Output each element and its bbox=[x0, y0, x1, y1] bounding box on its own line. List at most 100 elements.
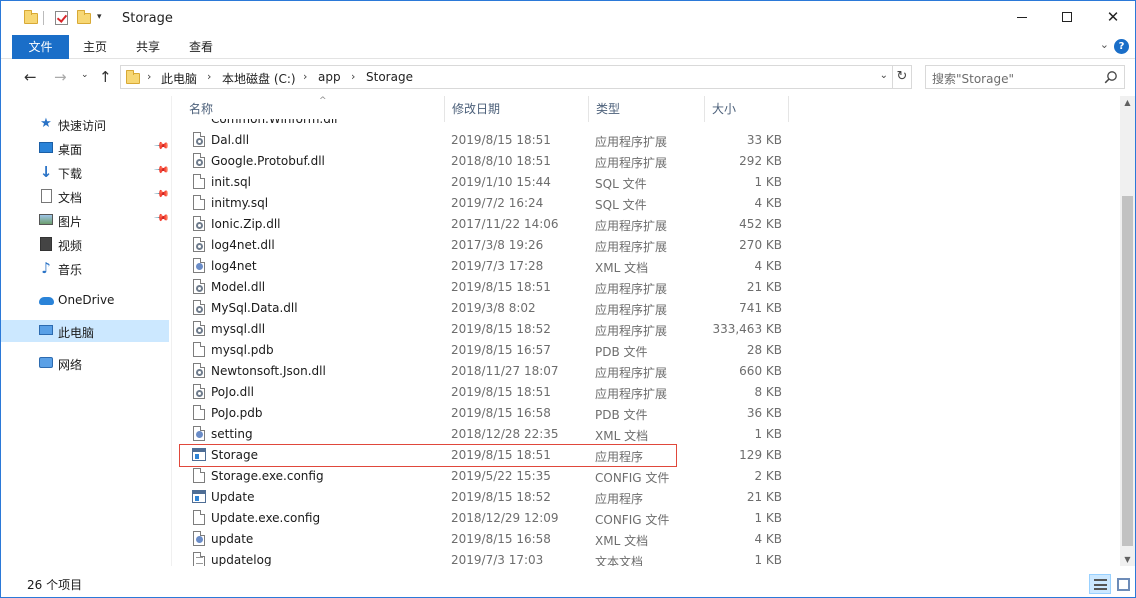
sidebar-item-desktop[interactable]: 桌面 📌 bbox=[1, 137, 170, 159]
breadcrumb-app[interactable]: app bbox=[318, 70, 341, 84]
chevron-right-icon[interactable]: › bbox=[147, 70, 151, 83]
column-header-type[interactable]: 类型 bbox=[589, 96, 705, 122]
file-row[interactable]: PoJo.dll 2019/8/15 18:51 应用程序扩展 8 KB bbox=[180, 382, 782, 403]
file-type: PDB 文件 bbox=[595, 408, 648, 422]
scroll-up-icon[interactable]: ▲ bbox=[1120, 98, 1135, 107]
tab-file[interactable]: 文件 bbox=[12, 35, 69, 59]
file-size: 129 KB bbox=[739, 448, 782, 462]
file-size: 452 KB bbox=[739, 217, 782, 231]
pin-icon[interactable]: 📌 bbox=[153, 162, 170, 179]
column-header-size[interactable]: 大小 bbox=[705, 96, 789, 122]
file-type: 应用程序扩展 bbox=[595, 219, 668, 233]
toolbar-separator bbox=[43, 11, 44, 25]
refresh-button[interactable]: ↻ bbox=[893, 65, 912, 89]
file-row[interactable]: update 2019/8/15 16:58 XML 文档 4 KB bbox=[180, 529, 782, 550]
up-arrow-icon[interactable]: ↑ bbox=[99, 68, 112, 86]
breadcrumb-this-pc[interactable]: 此电脑 bbox=[161, 70, 197, 87]
file-size: 2 KB bbox=[754, 469, 782, 483]
maximize-button[interactable] bbox=[1044, 1, 1090, 33]
customize-toolbar-chevron-icon[interactable]: ▾ bbox=[97, 12, 102, 22]
file-date: 2019/8/15 16:57 bbox=[451, 343, 551, 357]
file-row[interactable]: log4net.dll 2017/3/8 19:26 应用程序扩展 270 KB bbox=[180, 235, 782, 256]
file-row[interactable]: log4net 2019/7/3 17:28 XML 文档 4 KB bbox=[180, 256, 782, 277]
file-date: 2018/11/27 18:07 bbox=[451, 364, 559, 378]
file-type: 应用程序扩展 bbox=[595, 282, 668, 296]
sidebar-item-music[interactable]: ♪ 音乐 bbox=[1, 257, 169, 279]
dll-file-icon bbox=[193, 279, 206, 295]
file-row[interactable]: Update.exe.config 2018/12/29 12:09 CONFIG … bbox=[180, 508, 782, 529]
vertical-scrollbar[interactable]: ▲ ▼ bbox=[1120, 96, 1135, 566]
chevron-right-icon[interactable]: › bbox=[207, 70, 211, 83]
minimize-button[interactable] bbox=[999, 1, 1045, 33]
file-row[interactable]: Model.dll 2019/8/15 18:51 应用程序扩展 21 KB bbox=[180, 277, 782, 298]
file-name: init.sql bbox=[211, 175, 251, 189]
file-date: 2019/8/15 16:58 bbox=[451, 532, 551, 546]
file-row[interactable]: initmy.sql 2019/7/2 16:24 SQL 文件 4 KB bbox=[180, 193, 782, 214]
chevron-right-icon[interactable]: › bbox=[351, 70, 355, 83]
tab-share[interactable]: 共享 bbox=[125, 35, 171, 59]
new-folder-icon[interactable] bbox=[76, 10, 92, 26]
desktop-icon bbox=[38, 140, 54, 156]
file-row[interactable]: MySql.Data.dll 2019/3/8 8:02 应用程序扩展 741 KB bbox=[180, 298, 782, 319]
search-icon[interactable] bbox=[1104, 70, 1118, 84]
help-icon[interactable]: ? bbox=[1114, 39, 1129, 54]
sidebar-item-network[interactable]: 网络 bbox=[1, 352, 169, 374]
file-list: 名称 ^ 修改日期 类型 大小 Common.Winform.dll Dal.d… bbox=[172, 96, 1120, 566]
sidebar-item-videos[interactable]: 视频 bbox=[1, 233, 169, 255]
address-dropdown-chevron-icon[interactable]: ⌄ bbox=[880, 70, 888, 81]
file-type: XML 文档 bbox=[595, 429, 649, 443]
file-type: 应用程序扩展 bbox=[595, 366, 668, 380]
tab-home[interactable]: 主页 bbox=[72, 35, 118, 59]
file-row[interactable]: Update 2019/8/15 18:52 应用程序 21 KB bbox=[180, 487, 782, 508]
forward-arrow-icon[interactable]: → bbox=[54, 68, 67, 86]
file-row[interactable]: Storage 2019/8/15 18:51 应用程序 129 KB bbox=[179, 444, 782, 467]
large-icons-view-button[interactable] bbox=[1112, 574, 1134, 594]
sidebar-item-label: 音乐 bbox=[58, 263, 83, 277]
properties-icon[interactable] bbox=[54, 10, 70, 26]
sidebar-item-documents[interactable]: 文档 📌 bbox=[1, 185, 170, 207]
details-view-button[interactable] bbox=[1089, 574, 1111, 594]
file-type: 应用程序 bbox=[595, 450, 644, 464]
chevron-right-icon[interactable]: › bbox=[303, 70, 307, 83]
address-bar[interactable]: › 此电脑 › 本地磁盘 (C:) › app › Storage ⌄ bbox=[120, 65, 893, 89]
file-row[interactable]: PoJo.pdb 2019/8/15 16:58 PDB 文件 36 KB bbox=[180, 403, 782, 424]
pin-icon[interactable]: 📌 bbox=[153, 138, 170, 155]
close-button[interactable]: ✕ bbox=[1090, 1, 1135, 33]
file-name: Ionic.Zip.dll bbox=[211, 217, 281, 231]
file-row[interactable]: setting 2018/12/28 22:35 XML 文档 1 KB bbox=[180, 424, 782, 445]
file-row[interactable]: mysql.dll 2019/8/15 18:52 应用程序扩展 333,463 KB bbox=[180, 319, 782, 340]
recent-locations-chevron-icon[interactable]: ⌄ bbox=[81, 70, 89, 80]
tab-view[interactable]: 查看 bbox=[178, 35, 224, 59]
scroll-down-icon[interactable]: ▼ bbox=[1120, 555, 1135, 564]
column-header-date[interactable]: 修改日期 bbox=[445, 96, 589, 122]
status-bar: 26 个项目 bbox=[1, 571, 1135, 597]
file-row[interactable]: updatelog 2019/7/3 17:03 文本文档 1 KB bbox=[180, 550, 782, 566]
title-bar: ▾ Storage ✕ bbox=[1, 1, 1135, 35]
pin-icon[interactable]: 📌 bbox=[153, 186, 170, 203]
file-date: 2019/8/15 18:51 bbox=[451, 448, 551, 462]
file-icon bbox=[193, 195, 206, 211]
search-input[interactable]: 搜索"Storage" bbox=[925, 65, 1125, 89]
file-name: Update.exe.config bbox=[211, 511, 321, 525]
close-icon: ✕ bbox=[1106, 8, 1120, 26]
back-arrow-icon[interactable]: ← bbox=[24, 68, 37, 86]
file-icon bbox=[193, 468, 206, 484]
pin-icon[interactable]: 📌 bbox=[153, 210, 170, 227]
scrollbar-thumb[interactable] bbox=[1122, 196, 1133, 546]
sidebar-item-downloads[interactable]: ↓ 下载 📌 bbox=[1, 161, 170, 183]
sidebar-item-onedrive[interactable]: OneDrive bbox=[1, 289, 169, 311]
file-row[interactable]: Storage.exe.config 2019/5/22 15:35 CONFIG … bbox=[180, 466, 782, 487]
expand-ribbon-chevron-icon[interactable]: ⌄ bbox=[1100, 38, 1109, 51]
sidebar-item-this-pc[interactable]: 此电脑 bbox=[1, 320, 169, 342]
sidebar-item-pictures[interactable]: 图片 📌 bbox=[1, 209, 170, 231]
file-row[interactable]: init.sql 2019/1/10 15:44 SQL 文件 1 KB bbox=[180, 172, 782, 193]
breadcrumb-storage[interactable]: Storage bbox=[366, 70, 413, 84]
file-row[interactable]: Newtonsoft.Json.dll 2018/11/27 18:07 应用程序扩… bbox=[180, 361, 782, 382]
file-row[interactable]: mysql.pdb 2019/8/15 16:57 PDB 文件 28 KB bbox=[180, 340, 782, 361]
sidebar-item-quick-access[interactable]: ★ 快速访问 bbox=[1, 113, 169, 135]
file-row[interactable]: Google.Protobuf.dll 2018/8/10 18:51 应用程序扩展… bbox=[180, 151, 782, 172]
breadcrumb-local-disk[interactable]: 本地磁盘 (C:) bbox=[222, 70, 296, 87]
file-row[interactable]: Dal.dll 2019/8/15 18:51 应用程序扩展 33 KB bbox=[180, 130, 782, 151]
dll-file-icon bbox=[193, 363, 206, 379]
file-row[interactable]: Ionic.Zip.dll 2017/11/22 14:06 应用程序扩展 452 K… bbox=[180, 214, 782, 235]
